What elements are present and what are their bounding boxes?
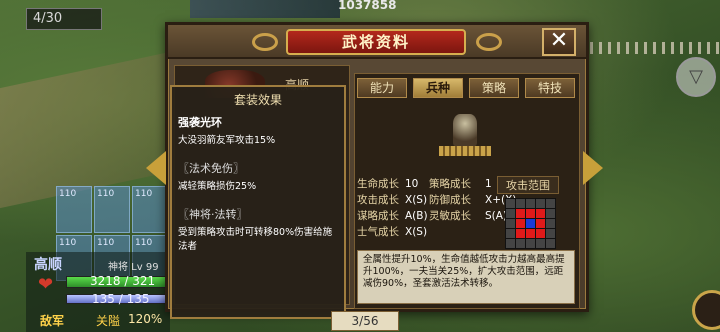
hero-hud: 高顺 神将 Lv 99 ❤ 3218 / 321 135 / 135 敌军 关隘… <box>26 252 170 332</box>
range-cell <box>506 219 515 228</box>
growth-stats: 生命成长 10 策略成长 1 攻击成长 X(S) 防御成长 X+(X) 谋略成长 A(B)灵敏… <box>357 176 516 240</box>
range-cell <box>536 209 545 218</box>
hero-hud-name: 高顺 <box>34 257 62 273</box>
stat-label: 士气成长 <box>357 226 399 238</box>
unit-description: 全属性提升10%，生命值越低攻击力越高最高提升100%，一夫当关25%，扩大攻击… <box>357 250 575 304</box>
title-ornament-left <box>252 33 278 51</box>
stat-row: 谋略成长 A(B)灵敏成长 S(A) <box>357 208 515 224</box>
set-effect-name: 〖法术免伤〗 <box>178 162 244 175</box>
stat-row: 生命成长 10 策略成长 1 <box>357 176 515 192</box>
range-cell <box>506 199 515 208</box>
title-ornament-right <box>476 33 502 51</box>
stat-label: 攻击成长 <box>357 194 399 206</box>
general-info-dialog: 武将资料 ✕ 高顺 套装效果 强袭光环 大没羽箭友军攻击15% 〖法术免伤〗 减… <box>146 22 603 319</box>
stat-value: A(B) <box>405 210 428 222</box>
stat-label: 防御成长 <box>429 194 471 206</box>
map-tile[interactable]: 110 <box>132 186 168 233</box>
unit-sprite <box>439 106 491 164</box>
tab-ability[interactable]: 能力 <box>357 78 407 98</box>
hero-hud-rank: 神将 Lv 99 <box>108 262 159 273</box>
range-cell <box>546 239 555 248</box>
stat-row: 攻击成长 X(S) 防御成长 X+(X) <box>357 192 516 208</box>
menu-toggle-button[interactable]: ▽ <box>676 57 716 97</box>
set-effect-title: 套装效果 <box>233 93 282 107</box>
map-road <box>0 51 170 209</box>
range-cell <box>516 229 525 238</box>
close-icon[interactable]: ✕ <box>542 28 576 56</box>
info-tabs: 能力 兵种 策略 特技 <box>357 78 575 98</box>
range-cell <box>506 239 515 248</box>
terrain-percent: 120% <box>128 312 163 326</box>
mp-text: 135 / 135 <box>92 292 150 306</box>
range-cell <box>516 239 525 248</box>
heart-icon: ❤ <box>38 274 54 295</box>
range-cell <box>516 219 525 228</box>
unit-sprite-body <box>453 114 477 146</box>
stat-value: X(S) <box>405 226 428 238</box>
stat-label: 策略成长 <box>429 178 471 190</box>
range-cell <box>536 199 545 208</box>
range-cell <box>526 229 535 238</box>
tab-special-skill[interactable]: 特技 <box>525 78 575 98</box>
attack-range-title: 攻击范围 <box>497 176 559 194</box>
set-effect-name: 强袭光环 <box>178 116 222 129</box>
range-cell <box>536 219 545 228</box>
unit-heads-strip <box>190 0 340 18</box>
stat-label: 谋略成长 <box>357 210 399 222</box>
stat-value: 10 <box>405 178 419 190</box>
range-cell <box>546 229 555 238</box>
range-cell <box>526 199 535 208</box>
score-text: 1037858 <box>338 0 397 12</box>
range-cell <box>506 209 515 218</box>
dialog-title: 武将资料 <box>286 29 466 55</box>
range-cell <box>536 229 545 238</box>
attack-range-grid <box>505 198 556 249</box>
range-cell <box>546 209 555 218</box>
unit-info-panel: 能力 兵种 策略 特技 生命成长 10 策略成长 1 攻击成长 X(S) 防御成长 X+(X… <box>354 73 580 309</box>
turn-counter: 4/30 <box>26 8 102 30</box>
map-fence <box>590 42 720 54</box>
range-cell <box>546 199 555 208</box>
attack-range: 攻击范围 <box>497 176 559 260</box>
tab-unit-type[interactable]: 兵种 <box>413 78 463 98</box>
set-effect-desc: 受到策略攻击时可转移80%伤害给施法者 <box>178 227 333 252</box>
range-cell <box>506 229 515 238</box>
range-cell <box>516 209 525 218</box>
range-cell <box>536 239 545 248</box>
set-effect-tooltip: 套装效果 强袭光环 大没羽箭友军攻击15% 〖法术免伤〗 减轻策略损伤25% 〖… <box>170 85 346 319</box>
map-tile[interactable]: 110 <box>56 186 92 233</box>
unit-sprite-base <box>439 146 491 156</box>
stat-row: 士气成长 X(S) <box>357 224 515 240</box>
range-cell <box>546 219 555 228</box>
stat-label: 生命成长 <box>357 178 399 190</box>
range-cell <box>526 219 535 228</box>
side-label: 敌军 <box>40 314 65 328</box>
set-effect-desc: 减轻策略损伤25% <box>178 181 257 192</box>
dialog-title-bar: 武将资料 ✕ <box>168 25 586 59</box>
stat-label: 灵敏成长 <box>429 210 471 222</box>
range-cell <box>526 239 535 248</box>
set-effect-name: 〖神将·法转〗 <box>178 208 248 221</box>
page-indicator: 3/56 <box>331 311 399 331</box>
terrain-label: 关隘 <box>96 314 121 328</box>
hp-text: 3218 / 321 <box>90 274 156 288</box>
map-tile[interactable]: 110 <box>94 186 130 233</box>
range-cell <box>516 199 525 208</box>
stat-value: X(S) <box>405 194 428 206</box>
tab-strategy[interactable]: 策略 <box>469 78 519 98</box>
range-cell <box>526 209 535 218</box>
set-effect-desc: 大没羽箭友军攻击15% <box>178 135 276 146</box>
